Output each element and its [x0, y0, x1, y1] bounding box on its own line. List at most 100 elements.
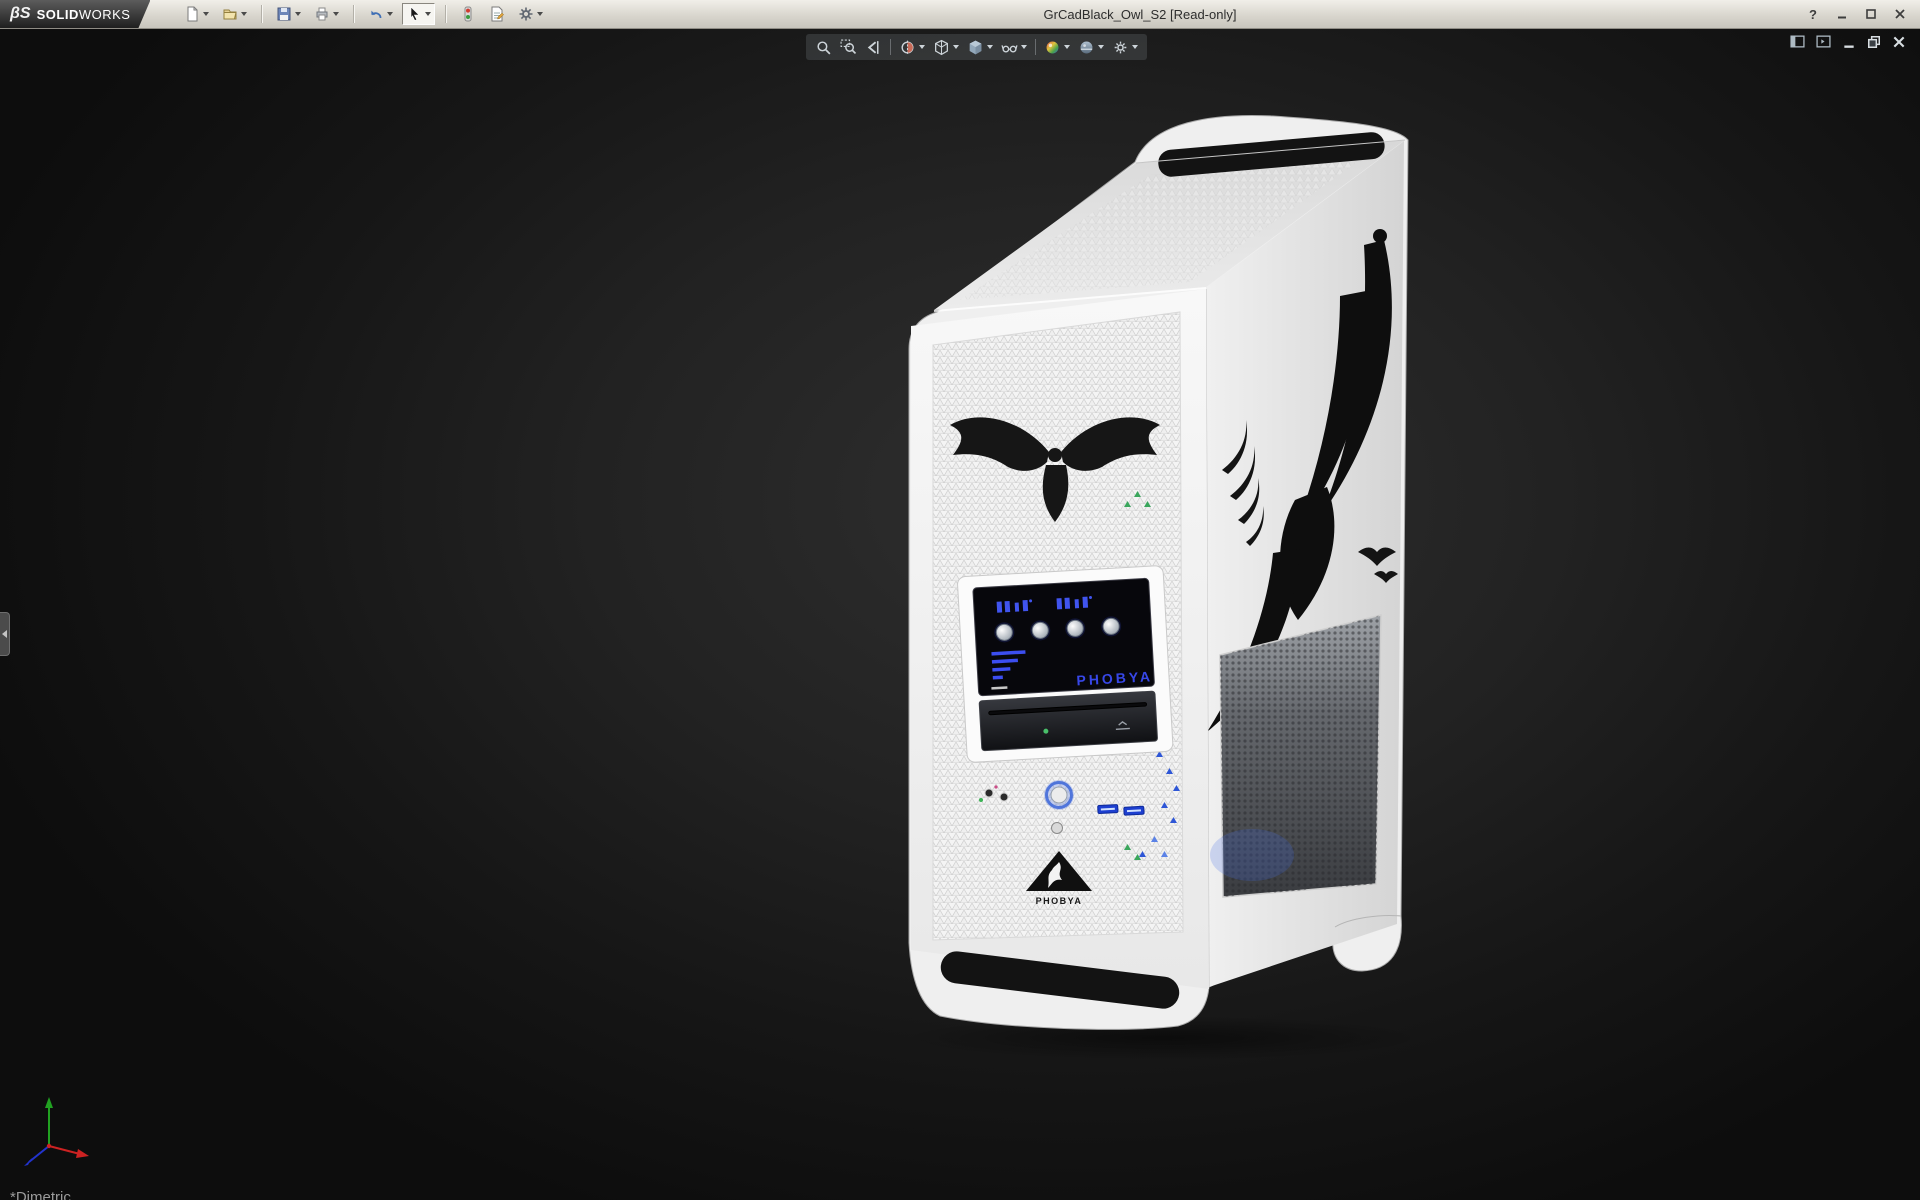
- panel-collapse-handle[interactable]: [0, 612, 10, 656]
- app-titlebar: βS SOLIDWORKS: [0, 0, 1920, 29]
- toolbar-separator: [445, 5, 446, 23]
- phobya-logo-text: PHOBYA: [1036, 896, 1083, 906]
- doc-close-button[interactable]: [1892, 35, 1906, 54]
- zoom-to-area-icon: [840, 39, 857, 56]
- section-view-button[interactable]: [899, 39, 925, 56]
- view-orientation-cube-icon: [933, 39, 950, 56]
- expand-pane-icon: [1816, 34, 1831, 49]
- model-render: PHOBYA: [0, 29, 1920, 1200]
- fan-controller-lcd: PHOBYA: [973, 578, 1155, 696]
- display-style-cube-icon: [967, 39, 984, 56]
- options-button[interactable]: [514, 3, 547, 25]
- close-button[interactable]: [1890, 4, 1910, 24]
- previous-view-button[interactable]: [865, 39, 882, 56]
- zoom-to-fit-icon: [815, 39, 832, 56]
- reset-button: [1052, 823, 1063, 834]
- maximize-button[interactable]: [1861, 4, 1881, 24]
- doc-minimize-button[interactable]: [1842, 35, 1856, 54]
- new-dropdown-arrow[interactable]: [203, 12, 209, 16]
- save-floppy-icon: [276, 6, 292, 22]
- minimize-icon: [1836, 8, 1848, 20]
- options-dropdown-arrow[interactable]: [537, 12, 543, 16]
- doc-minimize-icon: [1842, 35, 1856, 49]
- apply-scene-icon: [1078, 39, 1095, 56]
- close-icon: [1894, 8, 1906, 20]
- zoom-to-fit-button[interactable]: [815, 39, 832, 56]
- solidworks-logo-icon: βS: [10, 5, 31, 23]
- section-view-dropdown-arrow[interactable]: [919, 45, 925, 49]
- edit-appearance-button[interactable]: [1044, 39, 1070, 56]
- undo-arrow-icon: [368, 6, 384, 22]
- reference-triad: [24, 1097, 89, 1166]
- window-controls: ?: [1803, 4, 1910, 24]
- minimize-button[interactable]: [1832, 4, 1852, 24]
- view-settings-dropdown-arrow[interactable]: [1132, 45, 1138, 49]
- view-settings-icon: [1112, 39, 1129, 56]
- heads-up-view-toolbar: [806, 34, 1147, 60]
- select-cursor-icon: [406, 6, 422, 22]
- doc-restore-icon: [1867, 35, 1881, 49]
- section-view-icon: [899, 39, 916, 56]
- doc-close-icon: [1892, 35, 1906, 49]
- side-vent-window: [1210, 615, 1381, 897]
- print-icon: [314, 6, 330, 22]
- hide-show-glasses-icon: [1001, 39, 1018, 56]
- solidworks-logo: βS SOLIDWORKS: [0, 0, 150, 28]
- audio-jack: [1000, 793, 1008, 801]
- print-button[interactable]: [310, 3, 343, 25]
- save-button[interactable]: [272, 3, 305, 25]
- display-style-button[interactable]: [967, 39, 993, 56]
- view-settings-button[interactable]: [1112, 39, 1138, 56]
- file-properties-button[interactable]: [485, 3, 509, 25]
- rebuild-traffic-light-icon: [460, 6, 476, 22]
- toolbar-separator: [261, 5, 262, 23]
- new-document-button[interactable]: [180, 3, 213, 25]
- hide-show-items-button[interactable]: [1001, 39, 1027, 56]
- toolbar-separator: [353, 5, 354, 23]
- open-dropdown-arrow[interactable]: [241, 12, 247, 16]
- open-folder-icon: [222, 6, 238, 22]
- collapse-pane-icon: [1790, 34, 1805, 49]
- file-properties-icon: [489, 6, 505, 22]
- doc-restore-button[interactable]: [1867, 35, 1881, 54]
- drive-bay-recess: PHOBYA: [957, 565, 1173, 762]
- collapse-arrow-icon: [2, 630, 7, 638]
- expand-display-pane-button[interactable]: [1816, 34, 1831, 54]
- select-tool-button[interactable]: [402, 3, 435, 25]
- view-orientation-label: *Dimetric: [10, 1189, 71, 1200]
- hide-show-dropdown-arrow[interactable]: [1021, 45, 1027, 49]
- dvd-drive: [979, 691, 1158, 751]
- document-window-controls: [1790, 34, 1906, 54]
- print-dropdown-arrow[interactable]: [333, 12, 339, 16]
- solidworks-brand: SOLIDWORKS: [37, 7, 131, 22]
- power-button: [1051, 787, 1067, 803]
- view-orientation-dropdown-arrow[interactable]: [953, 45, 959, 49]
- open-document-button[interactable]: [218, 3, 251, 25]
- graphics-viewport[interactable]: PHOBYA: [0, 29, 1920, 1200]
- case-side-panel: [1206, 141, 1404, 987]
- previous-view-icon: [865, 39, 882, 56]
- audio-jack: [985, 789, 993, 797]
- zoom-to-area-button[interactable]: [840, 39, 857, 56]
- view-orientation-button[interactable]: [933, 39, 959, 56]
- maximize-icon: [1865, 8, 1877, 20]
- brand-light: WORKS: [79, 7, 131, 22]
- options-gear-icon: [518, 6, 534, 22]
- apply-scene-button[interactable]: [1078, 39, 1104, 56]
- edit-appearance-dropdown-arrow[interactable]: [1064, 45, 1070, 49]
- rebuild-button[interactable]: [456, 3, 480, 25]
- edit-appearance-ball-icon: [1044, 39, 1061, 56]
- collapse-display-pane-button[interactable]: [1790, 34, 1805, 54]
- select-dropdown-arrow[interactable]: [425, 12, 431, 16]
- help-button[interactable]: ?: [1803, 4, 1823, 24]
- undo-dropdown-arrow[interactable]: [387, 12, 393, 16]
- display-style-dropdown-arrow[interactable]: [987, 45, 993, 49]
- save-dropdown-arrow[interactable]: [295, 12, 301, 16]
- undo-button[interactable]: [364, 3, 397, 25]
- case-front-panel: PHOBYA: [911, 288, 1209, 989]
- window-title: GrCadBlack_Owl_S2 [Read-only]: [1044, 7, 1237, 22]
- hud-separator: [890, 39, 891, 55]
- standard-toolbar: [180, 3, 547, 25]
- new-document-icon: [184, 6, 200, 22]
- apply-scene-dropdown-arrow[interactable]: [1098, 45, 1104, 49]
